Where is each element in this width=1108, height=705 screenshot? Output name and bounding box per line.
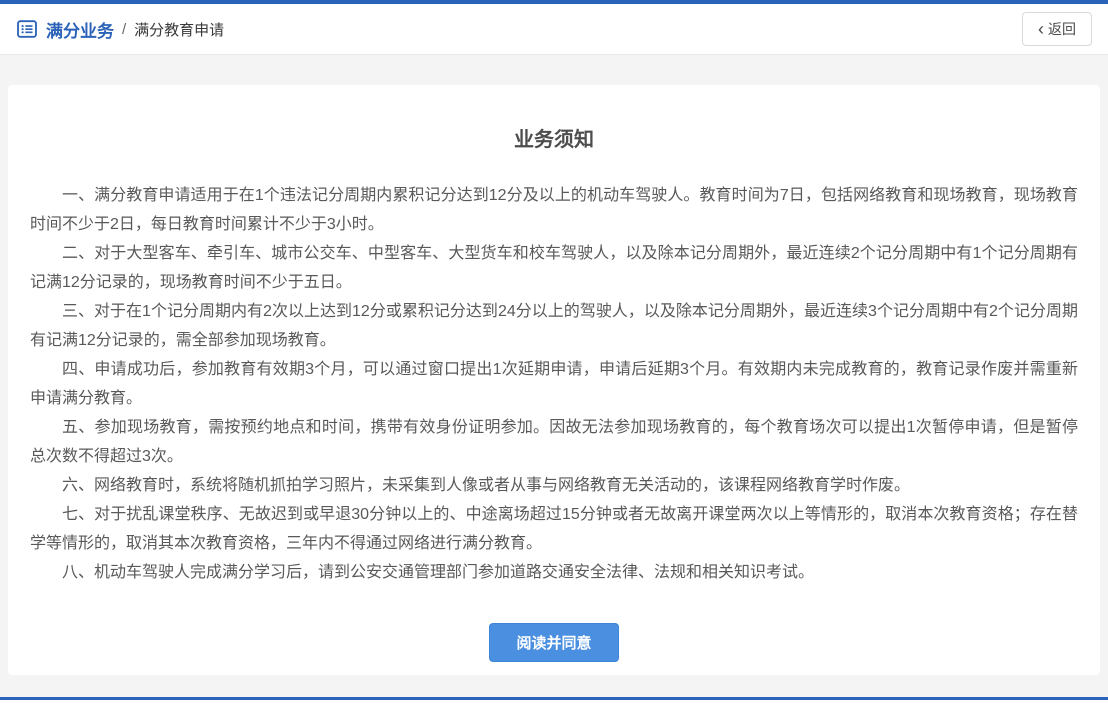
notice-paragraph: 四、申请成功后，参加教育有效期3个月，可以通过窗口提出1次延期申请，申请后延期3… [30, 355, 1078, 413]
button-row: 阅读并同意 [30, 623, 1078, 662]
back-button[interactable]: ‹ 返回 [1022, 12, 1092, 46]
chevron-left-icon: ‹ [1038, 22, 1044, 36]
notice-paragraph: 八、机动车驾驶人完成满分学习后，请到公安交通管理部门参加道路交通安全法律、法规和… [30, 558, 1078, 587]
breadcrumb-root[interactable]: 满分业务 [46, 17, 114, 42]
agree-button[interactable]: 阅读并同意 [489, 623, 618, 662]
breadcrumb: 满分业务 / 满分教育申请 [16, 17, 224, 42]
notice-paragraph: 六、网络教育时，系统将随机抓拍学习照片，未采集到人像或者从事与网络教育无关活动的… [30, 471, 1078, 500]
list-icon [16, 18, 38, 40]
notice-paragraph: 一、满分教育申请适用于在1个违法记分周期内累积记分达到12分及以上的机动车驾驶人… [30, 181, 1078, 239]
notice-paragraph: 七、对于扰乱课堂秩序、无故迟到或早退30分钟以上的、中途离场超过15分钟或者无故… [30, 500, 1078, 558]
notice-card: 业务须知 一、满分教育申请适用于在1个违法记分周期内累积记分达到12分及以上的机… [8, 85, 1100, 675]
footer-strip [0, 700, 1108, 705]
notice-paragraph: 三、对于在1个记分周期内有2次以上达到12分或累积记分达到24分以上的驾驶人，以… [30, 297, 1078, 355]
notice-paragraph: 五、参加现场教育，需按预约地点和时间，携带有效身份证明参加。因故无法参加现场教育… [30, 413, 1078, 471]
breadcrumb-current: 满分教育申请 [134, 19, 224, 40]
breadcrumb-separator: / [122, 21, 126, 38]
notice-body: 一、满分教育申请适用于在1个违法记分周期内累积记分达到12分及以上的机动车驾驶人… [30, 181, 1078, 587]
page-header: 满分业务 / 满分教育申请 ‹ 返回 [0, 4, 1108, 55]
page-title: 业务须知 [30, 123, 1078, 152]
notice-paragraph: 二、对于大型客车、牵引车、城市公交车、中型客车、大型货车和校车驾驶人，以及除本记… [30, 239, 1078, 297]
back-button-label: 返回 [1048, 19, 1076, 39]
